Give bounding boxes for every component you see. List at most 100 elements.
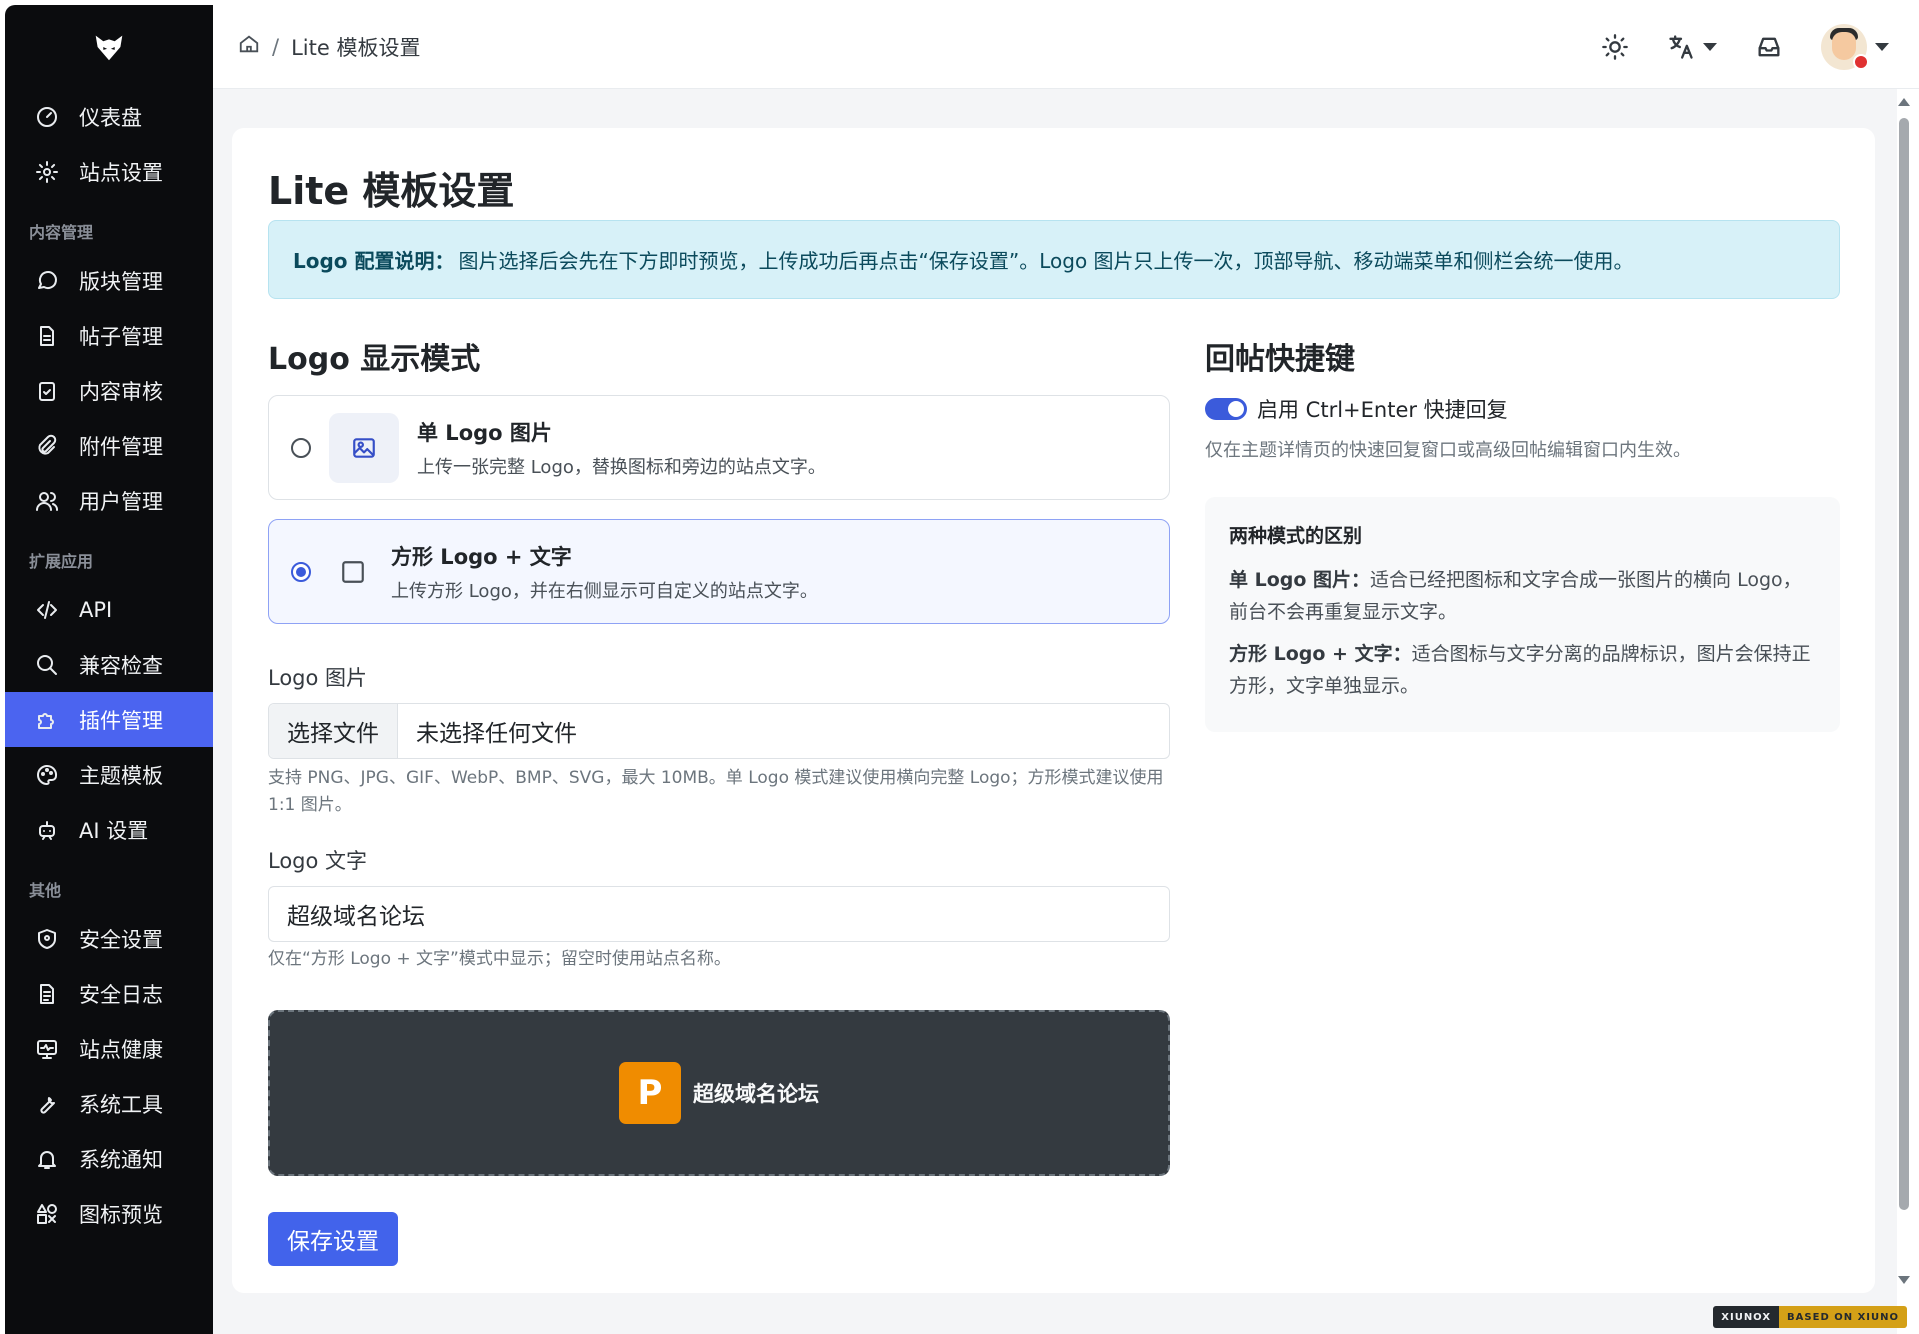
bell-icon (33, 1145, 61, 1173)
mode-diff-item: 方形 Logo + 文字：适合图标与文字分离的品牌标识，图片会保持正方形，文字单… (1229, 638, 1816, 702)
sidebar-item-label: 系统工具 (79, 1092, 163, 1117)
chevron-down-icon (1703, 43, 1717, 51)
toggle-label: 启用 Ctrl+Enter 快捷回复 (1257, 398, 1508, 422)
badge-left: XIUNOX (1713, 1306, 1780, 1328)
sidebar-item-attachments[interactable]: 附件管理 (5, 418, 213, 473)
radio-single-logo[interactable] (291, 437, 311, 458)
language-dropdown[interactable] (1667, 33, 1717, 61)
option-title: 单 Logo 图片 (417, 420, 552, 445)
sidebar-item-security-log[interactable]: 安全日志 (5, 966, 213, 1021)
choose-file-button[interactable]: 选择文件 (269, 704, 398, 758)
sidebar-item-label: 图标预览 (79, 1202, 163, 1227)
scrollbar[interactable] (1897, 94, 1911, 1294)
chevron-down-icon (1875, 43, 1889, 51)
translate-icon (1669, 35, 1693, 59)
logo-file-input[interactable]: 选择文件 未选择任何文件 (268, 703, 1170, 759)
users-icon (33, 487, 61, 515)
avatar (1821, 24, 1869, 70)
sidebar-item-posts[interactable]: 帖子管理 (5, 308, 213, 363)
radio-square-logo[interactable] (291, 561, 311, 582)
sidebar-item-label: AI 设置 (79, 818, 149, 843)
palette-icon (33, 761, 61, 789)
sidebar-item-icon-preview[interactable]: 图标预览 (5, 1186, 213, 1241)
inbox-button[interactable] (1755, 33, 1783, 61)
shield-icon (33, 925, 61, 953)
sidebar-item-dashboard[interactable]: 仪表盘 (5, 89, 213, 144)
sun-icon (1602, 34, 1628, 60)
robot-icon (33, 816, 61, 844)
info-alert: Logo 配置说明： 图片选择后会先在下方即时预览，上传成功后再点击“保存设置”… (268, 220, 1840, 299)
topbar: / Lite 模板设置 (213, 5, 1919, 89)
logo-text-input[interactable]: 超级域名论坛 (268, 886, 1170, 942)
page-title: Lite 模板设置 (268, 169, 515, 213)
scrollbar-thumb[interactable] (1899, 118, 1909, 1210)
sidebar-item-site-settings[interactable]: 站点设置 (5, 144, 213, 199)
fox-logo-icon (95, 35, 123, 61)
brand-logo[interactable] (5, 5, 213, 89)
logo-text-label: Logo 文字 (268, 849, 368, 873)
code-icon (33, 596, 61, 624)
mode-diff-term: 方形 Logo + 文字： (1229, 643, 1412, 665)
badge-right: BASED ON XIUNO (1779, 1306, 1907, 1328)
sidebar-item-users[interactable]: 用户管理 (5, 473, 213, 528)
sidebar-item-forums[interactable]: 版块管理 (5, 253, 213, 308)
sidebar-item-label: 仪表盘 (79, 105, 142, 130)
scroll-down-arrow[interactable] (1898, 1276, 1910, 1284)
home-icon[interactable] (238, 33, 260, 60)
sidebar-item-label: 兼容检查 (79, 653, 163, 678)
logo-image-help: 支持 PNG、JPG、GIF、WebP、BMP、SVG，最大 10MB。单 Lo… (268, 768, 1164, 815)
logo-mode-title: Logo 显示模式 (268, 342, 481, 377)
sidebar-item-label: 用户管理 (79, 489, 163, 514)
logo-text-help: 仅在“方形 Logo + 文字”模式中显示；留空时使用站点名称。 (268, 949, 731, 969)
ctrl-enter-toggle[interactable] (1205, 398, 1247, 420)
sidebar-item-compat-check[interactable]: 兼容检查 (5, 637, 213, 692)
inbox-icon (1758, 37, 1780, 57)
mode-diff-item: 单 Logo 图片：适合已经把图标和文字合成一张图片的横向 Logo，前台不会再… (1229, 564, 1816, 628)
sidebar-section-other: 其他 (29, 881, 62, 900)
dashboard-icon (33, 103, 61, 131)
sidebar-item-api[interactable]: API (5, 582, 213, 637)
sidebar-item-site-health[interactable]: 站点健康 (5, 1021, 213, 1076)
gear-icon (33, 158, 61, 186)
logo-mode-option-square[interactable]: 方形 Logo + 文字 上传方形 Logo，并在右侧显示可自定义的站点文字。 (268, 519, 1170, 624)
sidebar-item-notifications[interactable]: 系统通知 (5, 1131, 213, 1186)
sidebar-item-label: 附件管理 (79, 434, 163, 459)
save-button[interactable]: 保存设置 (268, 1212, 398, 1266)
puzzle-icon (33, 706, 61, 734)
square-icon (333, 537, 373, 607)
mode-diff-box: 两种模式的区别 单 Logo 图片：适合已经把图标和文字合成一张图片的横向 Lo… (1205, 497, 1840, 732)
sidebar-section-content: 内容管理 (29, 223, 94, 242)
option-desc: 上传一张完整 Logo，替换图标和旁边的站点文字。 (417, 456, 826, 478)
sidebar-item-themes[interactable]: 主题模板 (5, 747, 213, 802)
sidebar-item-moderation[interactable]: 内容审核 (5, 363, 213, 418)
sidebar-item-label: 版块管理 (79, 269, 163, 294)
scroll-up-arrow[interactable] (1898, 98, 1910, 106)
sidebar-item-plugins[interactable]: 插件管理 (5, 692, 213, 747)
file-name: 未选择任何文件 (416, 721, 577, 747)
wrench-icon (33, 1090, 61, 1118)
preview-logo-square: P (619, 1062, 681, 1124)
sidebar-item-security[interactable]: 安全设置 (5, 911, 213, 966)
app-frame: 仪表盘 站点设置 内容管理 版块管理 帖子管理 内容审核 附件管理 用户管理 扩… (0, 0, 1919, 1334)
shortcut-help: 仅在主题详情页的快速回复窗口或高级回帖编辑窗口内生效。 (1205, 440, 1691, 461)
mode-diff-title: 两种模式的区别 (1229, 525, 1363, 547)
powered-by-badge[interactable]: XIUNOX BASED ON XIUNO (1713, 1306, 1907, 1328)
shortcut-toggle-row: 启用 Ctrl+Enter 快捷回复 (1205, 394, 1508, 424)
logo-mode-option-single[interactable]: 单 Logo 图片 上传一张完整 Logo，替换图标和旁边的站点文字。 (268, 395, 1170, 500)
sidebar: 仪表盘 站点设置 内容管理 版块管理 帖子管理 内容审核 附件管理 用户管理 扩… (5, 5, 213, 1334)
user-menu[interactable] (1821, 24, 1889, 70)
avatar-status-badge (1853, 54, 1869, 70)
paperclip-icon (33, 432, 61, 460)
chat-icon (33, 267, 61, 295)
sidebar-item-ai-settings[interactable]: AI 设置 (5, 802, 213, 857)
sidebar-item-label: 站点设置 (79, 160, 163, 185)
logo-preview: P 超级域名论坛 (268, 1010, 1170, 1176)
topbar-actions (1563, 5, 1889, 89)
sidebar-item-system-tools[interactable]: 系统工具 (5, 1076, 213, 1131)
sidebar-item-label: 内容审核 (79, 379, 163, 404)
sidebar-item-label: 主题模板 (79, 763, 163, 788)
sidebar-section-extensions: 扩展应用 (29, 552, 94, 571)
theme-toggle-button[interactable] (1601, 33, 1629, 61)
breadcrumb: / Lite 模板设置 (238, 32, 420, 62)
sidebar-item-label: 插件管理 (79, 708, 163, 733)
